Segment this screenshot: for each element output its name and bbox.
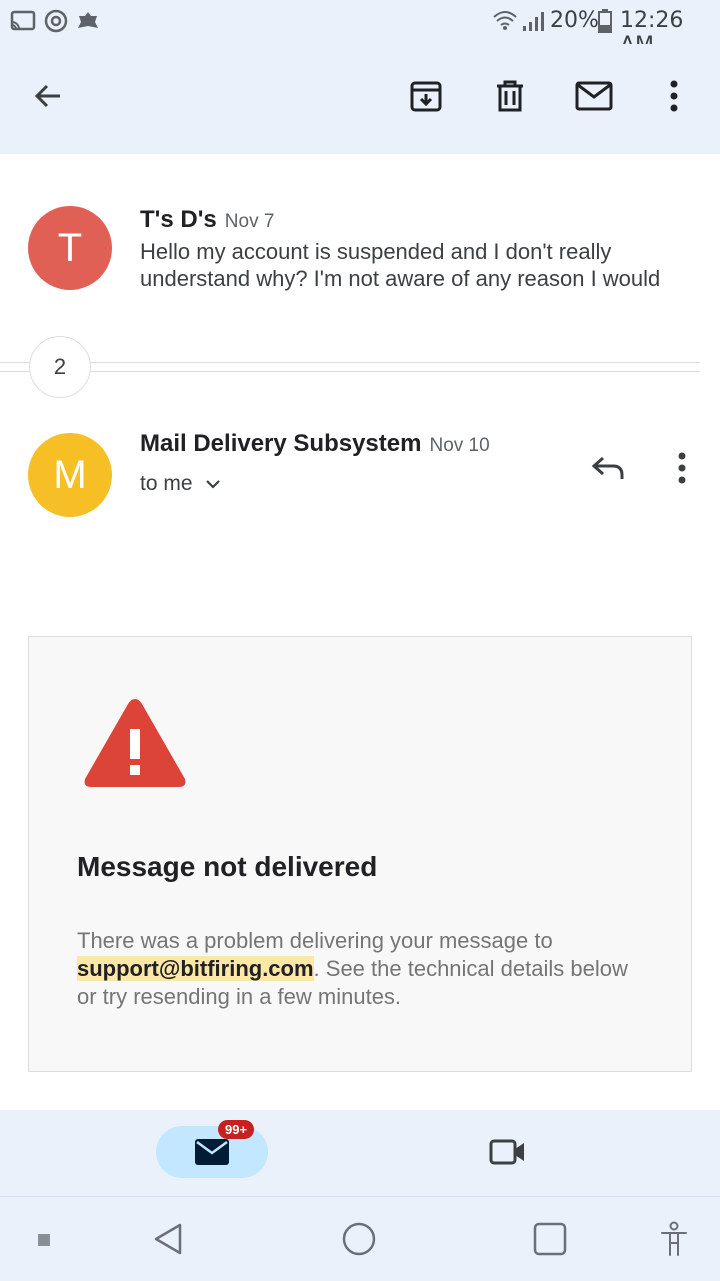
chrome-icon xyxy=(44,9,68,38)
accessibility-button[interactable] xyxy=(646,1211,702,1267)
signal-icon xyxy=(520,10,546,37)
square-indicator-icon xyxy=(38,1233,50,1251)
mark-unread-button[interactable] xyxy=(566,68,622,124)
battery-percent: 20% xyxy=(550,8,599,33)
unread-count-badge: 99+ xyxy=(218,1120,255,1139)
bounce-text-prefix: There was a problem delivering your mess… xyxy=(77,928,553,953)
recipient-details-toggle[interactable]: to me xyxy=(140,472,221,496)
app-icon xyxy=(76,9,100,38)
collapsed-messages-divider xyxy=(0,362,700,372)
back-arrow-icon xyxy=(34,84,60,108)
more-vert-icon xyxy=(670,80,678,112)
sender-line: T's D's Nov 7 xyxy=(140,206,274,234)
warning-icon xyxy=(81,695,189,796)
reply-button[interactable] xyxy=(580,440,636,496)
avatar: T xyxy=(28,206,112,290)
wifi-icon xyxy=(492,9,518,36)
recents-icon xyxy=(533,1222,567,1256)
accessibility-icon xyxy=(661,1221,687,1256)
system-back-button[interactable] xyxy=(140,1211,196,1267)
message-more-button[interactable] xyxy=(654,440,710,496)
archive-button[interactable] xyxy=(398,68,454,124)
bounce-title: Message not delivered xyxy=(77,851,378,882)
meet-icon xyxy=(489,1139,524,1165)
collapsed-count-button[interactable]: 2 xyxy=(29,336,91,398)
recipient-label: to me xyxy=(140,472,193,495)
system-navigation-bar xyxy=(0,1196,720,1281)
home-icon xyxy=(342,1222,376,1256)
system-home-button[interactable] xyxy=(331,1211,387,1267)
delivery-failure-card: Message not delivered There was a proble… xyxy=(28,636,692,1072)
message-item-1[interactable]: T T's D's Nov 7 Hello my account is suspe… xyxy=(0,180,720,310)
bottom-navigation: 99+ xyxy=(0,1110,720,1196)
more-vert-icon xyxy=(678,452,686,484)
back-icon xyxy=(154,1223,182,1255)
mail-icon xyxy=(195,1139,229,1165)
archive-icon xyxy=(410,81,442,112)
cast-icon xyxy=(10,10,36,37)
delete-icon xyxy=(497,80,523,112)
chevron-down-icon xyxy=(205,480,220,489)
meet-tab[interactable] xyxy=(480,1124,536,1180)
avatar[interactable]: M xyxy=(28,433,112,517)
reply-icon xyxy=(591,456,624,479)
more-options-button[interactable] xyxy=(646,68,702,124)
sender-name: Mail Delivery Subsystem xyxy=(140,430,422,457)
message-date: Nov 10 xyxy=(429,435,490,456)
delete-button[interactable] xyxy=(482,68,538,124)
back-button[interactable] xyxy=(20,68,76,124)
mark-unread-icon xyxy=(575,81,613,111)
status-bar: 20% 12:26 AM xyxy=(0,0,720,58)
sender-line: Mail Delivery Subsystem Nov 10 xyxy=(140,430,490,458)
message-date: Nov 7 xyxy=(224,211,275,232)
message-snippet: Hello my account is suspended and I don'… xyxy=(140,239,661,291)
bounce-message: There was a problem delivering your mess… xyxy=(77,927,637,1011)
battery-icon xyxy=(598,9,612,38)
toolbar xyxy=(0,44,720,154)
sender-name: T's D's xyxy=(140,206,217,233)
system-recents-button[interactable] xyxy=(522,1211,578,1267)
recipient-email-link[interactable]: support@bitfiring.com xyxy=(77,956,314,981)
